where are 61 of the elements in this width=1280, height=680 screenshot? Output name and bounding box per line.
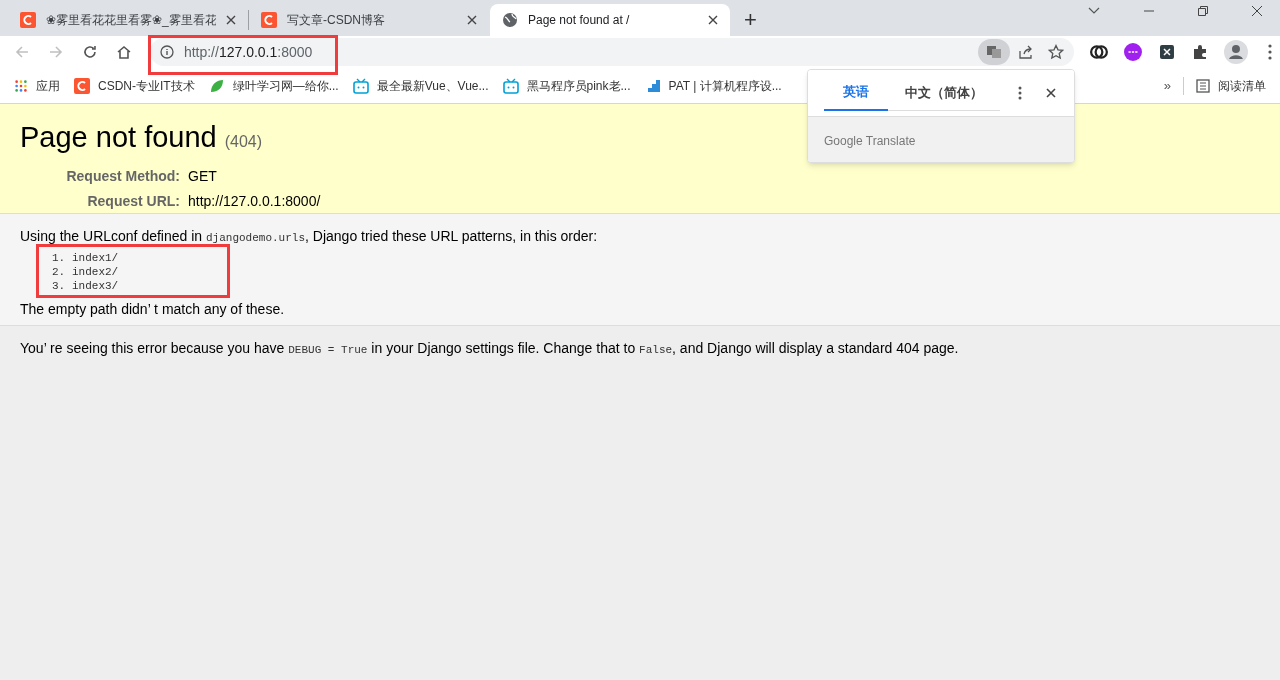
tab-title: 写文章-CSDN博客 (287, 12, 386, 29)
field-label: Request Method: (65, 166, 180, 186)
globe-icon (502, 12, 518, 28)
field-label: Request URL: (86, 191, 180, 211)
bookmark-item[interactable]: 绿叶学习网—给你... (208, 76, 339, 95)
info-icon[interactable] (159, 45, 174, 59)
csdn-logo-icon (20, 12, 36, 28)
close-icon[interactable] (1252, 6, 1262, 16)
list-number: 3. (52, 279, 64, 293)
extension-icon[interactable] (1160, 45, 1175, 59)
csdn-logo-icon (74, 77, 90, 94)
tv-icon (352, 77, 369, 94)
intro-text: Using the URLconf defined in djangodemo.urls, Django tried these URL patterns, in this order: (20, 227, 598, 246)
close-icon[interactable] (1046, 88, 1056, 98)
page-title: Page not found (20, 120, 217, 155)
list-number: 2. (52, 265, 64, 279)
apps-icon (14, 78, 28, 93)
url-pattern: index3/ (72, 279, 119, 293)
reading-list-icon[interactable] (1196, 78, 1210, 93)
bookmark-item[interactable]: CSDN-专业IT技术 (74, 76, 195, 95)
bookmark-item[interactable]: 最全最新Vue、Vue... (352, 76, 489, 95)
language-tab[interactable]: 英语 (824, 75, 888, 111)
close-tab-icon[interactable] (226, 15, 236, 25)
restore-icon[interactable] (1198, 6, 1208, 16)
csdn-logo-icon (261, 12, 277, 28)
tab-search-icon[interactable] (1088, 7, 1100, 15)
bookmark-item[interactable]: 黑马程序员pink老... (502, 76, 631, 95)
url-pattern: index1/ (72, 251, 119, 265)
bookmark-item[interactable]: 应用 (14, 76, 60, 95)
new-tab-button[interactable]: + (738, 8, 763, 32)
browser-tab[interactable]: Page not found at / (490, 4, 730, 36)
tab-title: ❀雾里看花花里看雾❀_雾里看花 (46, 12, 216, 29)
explanation-text: You’ re seeing this error because you have DEBUG = True in your Django settings file. Change that to False, and Django will display a standard 404 page. (20, 339, 959, 358)
home-icon[interactable] (115, 44, 132, 60)
share-icon[interactable] (1018, 44, 1035, 60)
bookmark-item[interactable]: PAT | 计算机程序设... (644, 76, 782, 95)
language-tab[interactable]: 中文（简体） (888, 75, 1000, 111)
status-code: (404) (224, 132, 263, 152)
google-translate-text: Google Translate (824, 132, 916, 150)
menu-icon[interactable] (1268, 44, 1272, 60)
profile-icon[interactable] (1224, 40, 1248, 64)
url-pattern: index2/ (72, 265, 119, 279)
url-text[interactable]: http://127.0.0.1:8000 (183, 41, 313, 63)
close-tab-icon[interactable] (708, 15, 718, 25)
reading-list-link[interactable]: 阅读清单 (1218, 76, 1266, 95)
leaf-icon (208, 77, 225, 94)
close-tab-icon[interactable] (467, 15, 477, 25)
reload-icon[interactable] (81, 44, 98, 60)
tv-icon (502, 77, 519, 94)
bookmarks-overflow[interactable]: » (1163, 75, 1171, 96)
puzzle-icon[interactable] (1192, 44, 1209, 60)
tab-title: Page not found at / (528, 12, 631, 29)
no-match-text: The empty path didn’ t match any of these. (20, 300, 285, 319)
address-bar[interactable]: http://127.0.0.1:8000 (149, 38, 1075, 66)
list-number: 1. (52, 251, 64, 265)
star-icon[interactable] (1048, 44, 1065, 60)
more-options-icon[interactable] (1018, 86, 1022, 100)
field-value: GET (188, 166, 218, 186)
translate-icon[interactable] (978, 39, 1011, 65)
extension-icon[interactable] (1090, 43, 1109, 61)
field-value: http://127.0.0.1:8000/ (188, 191, 321, 211)
